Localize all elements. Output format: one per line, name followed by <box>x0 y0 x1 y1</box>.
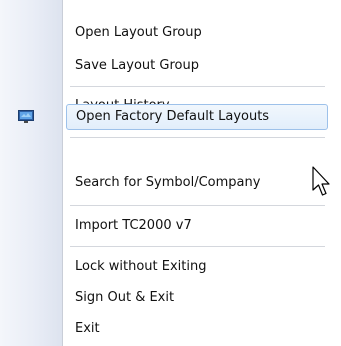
menu-item-sign-out-exit[interactable]: Sign Out & Exit <box>63 285 333 311</box>
menu-separator <box>70 246 325 247</box>
menu-item-save-layout-group[interactable]: Save Layout Group <box>63 53 333 79</box>
mouse-cursor-icon <box>312 166 330 196</box>
menu-separator <box>70 86 325 87</box>
menu-item-search-symbol-company[interactable]: Search for Symbol/Company <box>63 170 333 196</box>
menu-item-open-layout-group[interactable]: Open Layout Group <box>63 20 333 46</box>
context-menu: Open Layout Group Save Layout Group Layo… <box>0 0 341 346</box>
menu-item-import-tc2000-v7[interactable]: Import TC2000 v7 <box>63 213 333 239</box>
menu-item-exit[interactable]: Exit <box>63 316 333 342</box>
menu-separator <box>70 137 325 138</box>
monitor-icon <box>18 110 34 123</box>
menu-icon-gutter <box>0 0 62 346</box>
menu-separator <box>70 205 325 206</box>
menu-item-lock-without-exiting[interactable]: Lock without Exiting <box>63 254 333 280</box>
menu-item-open-factory-default-layouts[interactable]: Open Factory Default Layouts <box>66 104 328 130</box>
